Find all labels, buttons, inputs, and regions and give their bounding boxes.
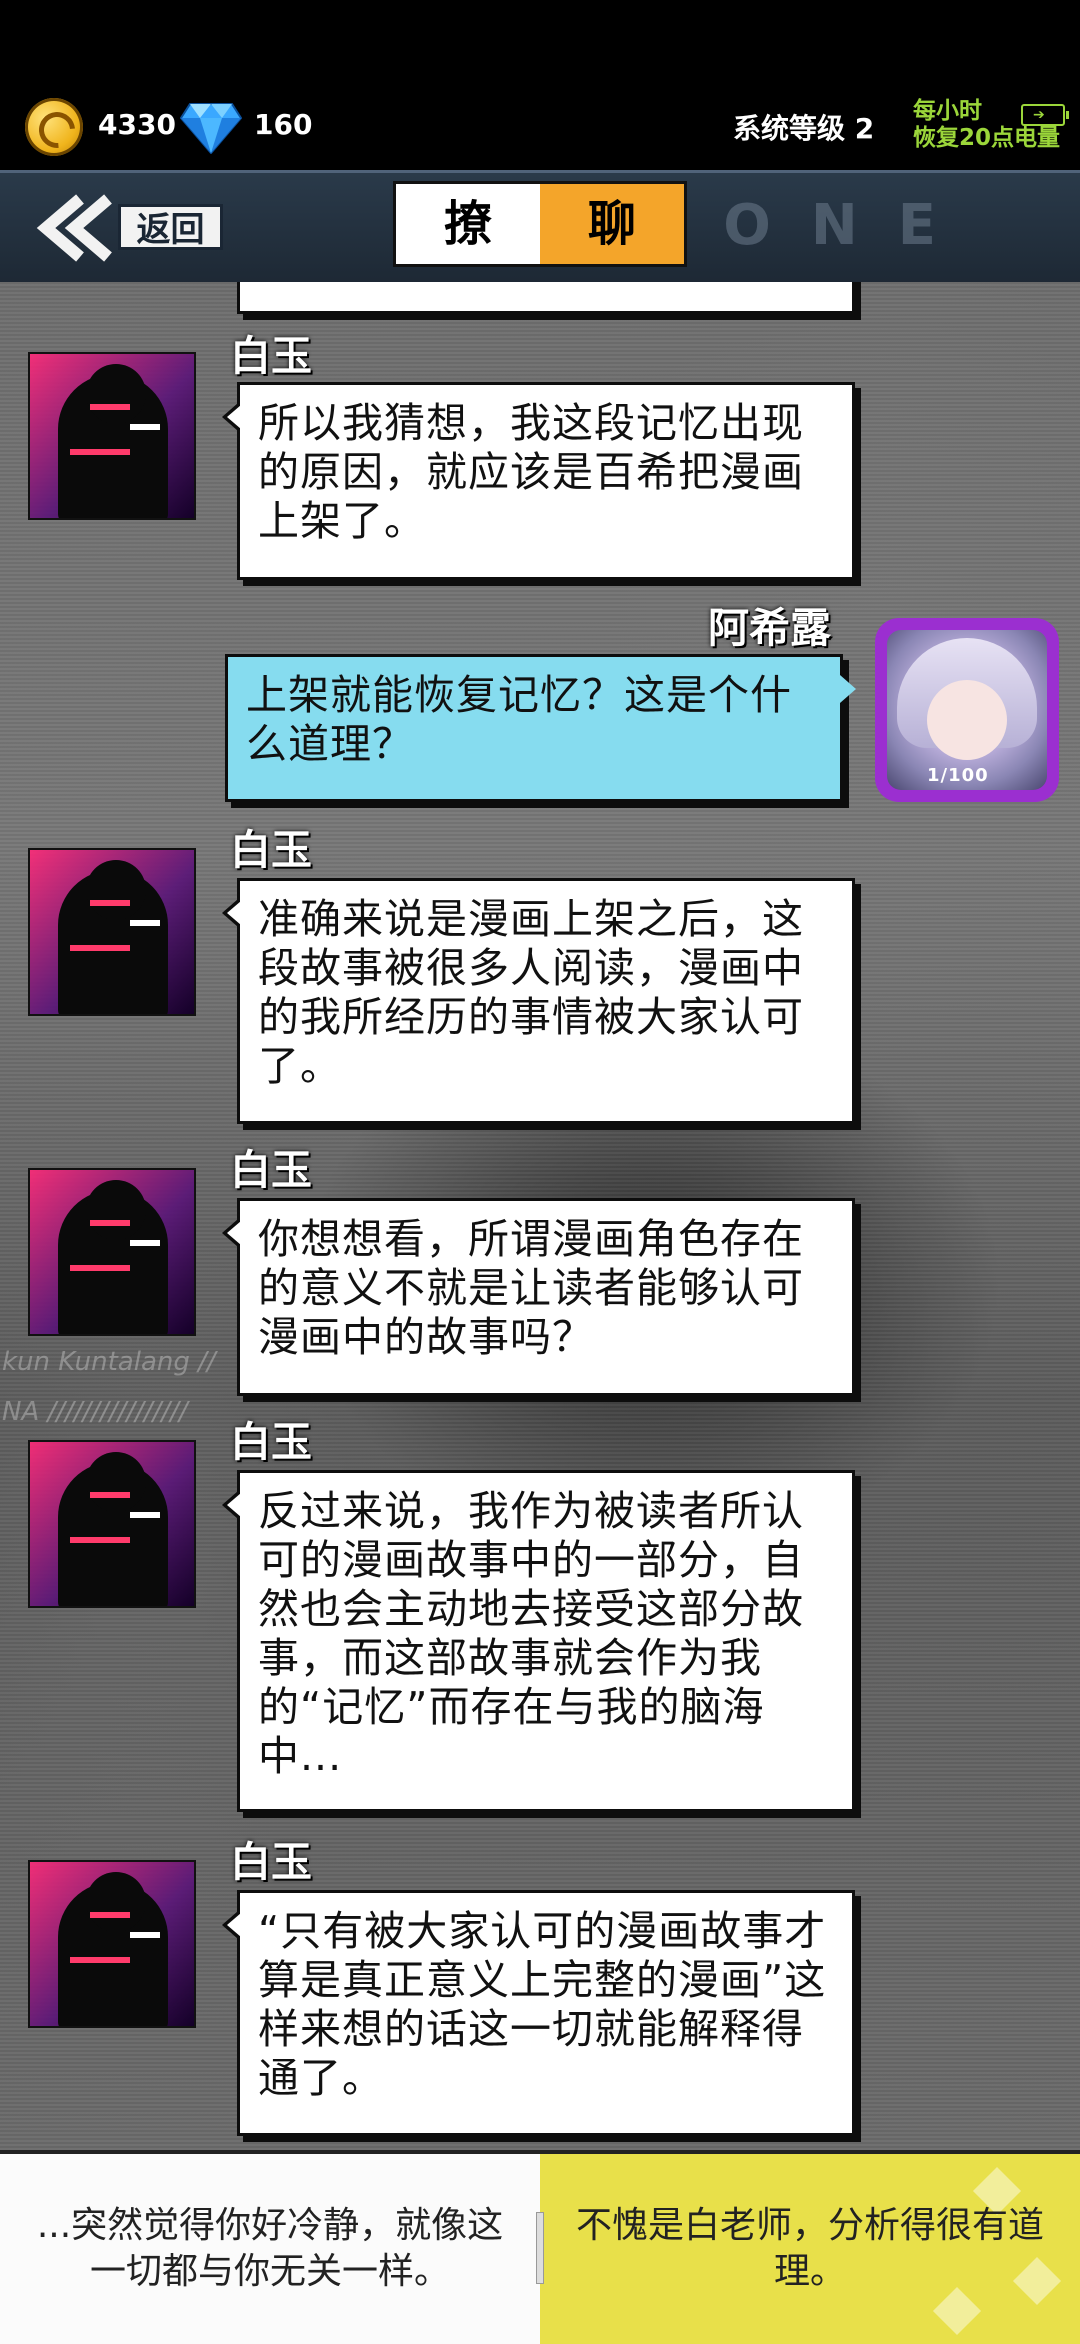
chat-bubble: 所以我猜想，我这段记忆出现的原因，就应该是百希把漫画上架了。: [222, 382, 855, 580]
sender-name: 白玉: [230, 1418, 312, 1466]
avatar-baiyu[interactable]: [30, 354, 194, 518]
chat-scroll-area[interactable]: kun Kuntalang // NA //////////////// 白玉 …: [0, 282, 1080, 2150]
sender-name: 白玉: [230, 1146, 312, 1194]
sender-name: 阿希露: [708, 604, 831, 652]
energy-line-2: 恢复20点电量: [913, 125, 1061, 151]
coin-icon: [25, 98, 83, 156]
avatar-baiyu[interactable]: [30, 1442, 194, 1606]
avatar-baiyu[interactable]: [30, 1862, 194, 2026]
sender-name: 白玉: [230, 826, 312, 874]
chat-bubble: “只有被大家认可的漫画故事才算是真正意义上完整的漫画”这样来想的话这一切就能解释…: [222, 1890, 855, 2136]
back-label: 返回: [118, 204, 223, 250]
avatar-tag: 1/100: [927, 765, 989, 786]
avatar-baiyu[interactable]: [30, 1170, 194, 1334]
header-deco-text: -ONE: [660, 193, 976, 258]
reply-choices: ...突然觉得你好冷静，就像这一切都与你无关一样。 不愧是白老师，分析得很有道理…: [0, 2150, 1080, 2344]
choice-option-a[interactable]: ...突然觉得你好冷静，就像这一切都与你无关一样。: [0, 2154, 540, 2344]
background-text-1: kun Kuntalang //: [2, 1347, 216, 1377]
avatar-baiyu[interactable]: [30, 850, 194, 1014]
double-chevron-left-icon: [36, 194, 112, 262]
avatar-axilu[interactable]: 1/100: [875, 618, 1059, 802]
choice-option-b[interactable]: 不愧是白老师，分析得很有道理。: [540, 2154, 1080, 2344]
coin-count: 4330: [98, 108, 176, 141]
sender-name: 白玉: [230, 332, 312, 380]
chat-bubble: 反过来说，我作为被读者所认可的漫画故事中的一部分，自然也会主动地去接受这部分故事…: [222, 1470, 855, 1812]
chat-bubble: 你想想看，所谓漫画角色存在的意义不就是让读者能够认可漫画中的故事吗？: [222, 1198, 855, 1396]
choice-divider: [536, 2212, 544, 2284]
diamond-icon: [180, 103, 242, 154]
chat-header: -ONE 返回 撩 聊: [0, 170, 1080, 288]
choice-option-b-label: 不愧是白老师，分析得很有道理。: [575, 2205, 1044, 2292]
title-left: 撩: [396, 184, 540, 264]
chat-bubble-player: 上架就能恢复记忆？这是个什么道理？: [225, 654, 856, 802]
back-button[interactable]: 返回: [30, 191, 223, 265]
system-level: 系统等级 2: [733, 112, 875, 145]
background-text-2: NA ////////////////: [2, 1397, 188, 1427]
battery-icon: ➔: [1021, 104, 1069, 126]
gem-count: 160: [254, 108, 313, 141]
status-bar: 4330 160 系统等级 2 每小时 恢复20点电量 ➔: [0, 0, 1080, 170]
chat-bubble-previous: [237, 282, 855, 314]
sender-name: 白玉: [230, 1838, 312, 1886]
chat-bubble: 准确来说是漫画上架之后，这段故事被很多人阅读，漫画中的我所经历的事情被大家认可了…: [222, 878, 855, 1124]
title-right: 聊: [540, 184, 684, 264]
page-title: 撩 聊: [393, 181, 687, 267]
